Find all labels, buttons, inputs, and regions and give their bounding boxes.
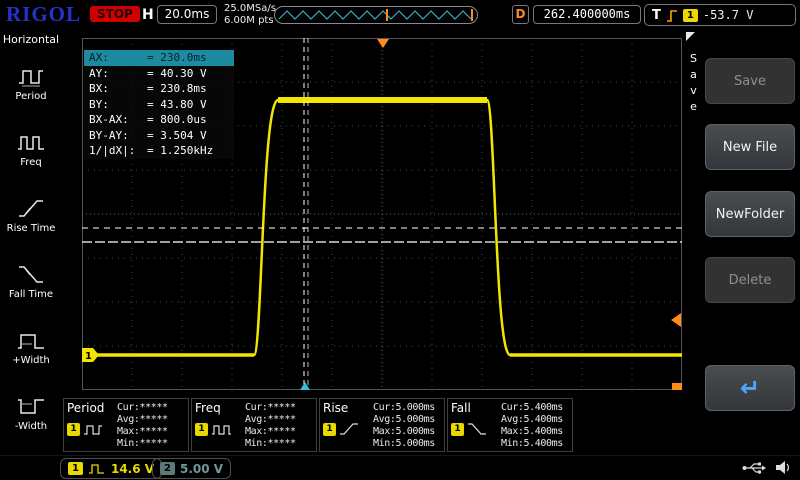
cursor-row-bxax: BX-AX:= 800.0us — [84, 112, 234, 128]
freq-icon — [210, 421, 232, 437]
timebase-readout: 20.0ms — [157, 5, 217, 24]
measurement-values: Cur:*****Avg:***** Max:*****Min:***** — [245, 401, 313, 449]
rising-edge-icon — [666, 8, 678, 23]
sidebar-item-label: Fall Time — [9, 289, 53, 300]
svg-text:1: 1 — [85, 351, 92, 362]
measurement-source-badge: 1 — [195, 423, 208, 436]
freq-icon — [16, 130, 46, 154]
delay-label: D — [512, 5, 529, 24]
measurement-box-rise: Rise 1 Cur:5.000msAvg:5.000ms Max:5.000m… — [319, 398, 445, 452]
sidebar-item-label: Freq — [20, 157, 41, 168]
channel2-badge: 2 — [160, 462, 175, 475]
channel-bar: 1 14.6 V 2 5.00 V — [0, 455, 800, 480]
measurement-source-badge: 1 — [323, 423, 336, 436]
cursor-row-ay[interactable]: AY:= 40.30 V — [84, 66, 234, 82]
oscilloscope-screen: RIGOL STOP H 20.0ms 25.0MSa/s 6.00M pts … — [0, 0, 800, 480]
period-icon — [16, 64, 46, 88]
horizontal-label: H — [142, 7, 154, 23]
status-bar: RIGOL STOP H 20.0ms 25.0MSa/s 6.00M pts … — [0, 0, 800, 30]
measurement-source-badge: 1 — [451, 423, 464, 436]
memory-depth: 6.00M pts — [224, 15, 276, 27]
cursor-row-bx[interactable]: BX:= 230.8ms — [84, 81, 234, 97]
delay-readout: 262.400000ms — [533, 5, 641, 24]
minus-width-icon — [16, 394, 46, 418]
sidebar-item-period[interactable]: Period — [0, 50, 62, 116]
new-file-button[interactable]: New File — [705, 124, 795, 170]
memory-position-bar — [274, 6, 478, 24]
sidebar-item-fall-time[interactable]: Fall Time — [0, 248, 62, 314]
menu-corner-icon — [686, 32, 695, 41]
trigger-source-badge: 1 — [683, 9, 698, 22]
save-menu: Save Save New File NewFolder Delete ↵ — [685, 30, 800, 455]
enter-button[interactable]: ↵ — [705, 365, 795, 411]
return-arrow-icon: ↵ — [740, 378, 760, 398]
sidebar-item-freq[interactable]: Freq — [0, 116, 62, 182]
rigol-logo: RIGOL — [6, 2, 81, 27]
channel2-scale: 5.00 V — [180, 462, 223, 476]
cursor-readout-panel: AX:= 230.0ms AY:= 40.30 V BX:= 230.8ms B… — [84, 50, 234, 159]
channel1-indicator[interactable]: 1 14.6 V — [60, 458, 162, 479]
acquisition-info: 25.0MSa/s 6.00M pts — [224, 3, 276, 27]
delay-offscreen-marker-icon — [672, 383, 682, 390]
trigger-status: T 1 -53.7 V — [644, 4, 796, 26]
delete-button[interactable]: Delete — [705, 257, 795, 303]
run-state-badge: STOP — [90, 6, 140, 22]
sidebar-item-label: -Width — [15, 421, 47, 432]
sidebar-item-label: Rise Time — [7, 223, 56, 234]
measurement-source-badge: 1 — [67, 423, 80, 436]
memory-waveform-icon — [275, 7, 477, 23]
usb-icon — [742, 461, 766, 474]
speaker-icon — [775, 460, 792, 475]
measurement-name: Freq — [195, 401, 245, 415]
save-button[interactable]: Save — [705, 58, 795, 104]
measurement-box-period: Period 1 Cur:*****Avg:***** Max:*****Min… — [63, 398, 189, 452]
trigger-label: T — [652, 8, 661, 23]
measurement-values: Cur:*****Avg:***** Max:*****Min:***** — [117, 401, 185, 449]
square-wave-icon — [88, 463, 106, 475]
sidebar-item-rise-time[interactable]: Rise Time — [0, 182, 62, 248]
sidebar-title: Horizontal — [0, 30, 62, 50]
cursor-row-by[interactable]: BY:= 43.80 V — [84, 97, 234, 113]
cursor-row-byay: BY-AY:= 3.504 V — [84, 128, 234, 144]
measurement-box-fall: Fall 1 Cur:5.400msAvg:5.400ms Max:5.400m… — [447, 398, 573, 452]
fall-time-icon — [16, 262, 46, 286]
measure-sidebar: Horizontal Period Freq Rise Time Fall Ti… — [0, 30, 62, 455]
measurement-name: Fall — [451, 401, 501, 415]
trigger-level-readout: -53.7 V — [703, 8, 754, 22]
measurement-name: Period — [67, 401, 117, 415]
cursor-row-inv-dx: 1/|dX|:= 1.250kHz — [84, 143, 234, 159]
measurement-values: Cur:5.000msAvg:5.000ms Max:5.000msMin:5.… — [373, 401, 441, 449]
sidebar-item-label: +Width — [12, 355, 49, 366]
measurement-box-freq: Freq 1 Cur:*****Avg:***** Max:*****Min:*… — [191, 398, 317, 452]
new-folder-button[interactable]: NewFolder — [705, 191, 795, 237]
sidebar-item-plus-width[interactable]: +Width — [0, 314, 62, 380]
measurement-name: Rise — [323, 401, 373, 415]
plus-width-icon — [16, 328, 46, 352]
cursor-row-ax[interactable]: AX:= 230.0ms — [84, 50, 234, 66]
graticule-area: 1 AX:= 230.0ms AY:= 40.30 V BX:= 230.8ms… — [82, 38, 682, 390]
measurement-values: Cur:5.400msAvg:5.400ms Max:5.400msMin:5.… — [501, 401, 569, 449]
period-icon — [82, 421, 104, 437]
fall-time-icon — [466, 421, 488, 437]
menu-tab-save: Save — [687, 52, 701, 116]
rise-time-icon — [16, 196, 46, 220]
sidebar-item-label: Period — [15, 91, 46, 102]
channel2-indicator[interactable]: 2 5.00 V — [152, 458, 231, 479]
channel1-scale: 14.6 V — [111, 462, 154, 476]
channel1-badge: 1 — [68, 462, 83, 475]
sample-rate: 25.0MSa/s — [224, 3, 276, 15]
rise-time-icon — [338, 421, 360, 437]
sidebar-item-minus-width[interactable]: -Width — [0, 380, 62, 446]
